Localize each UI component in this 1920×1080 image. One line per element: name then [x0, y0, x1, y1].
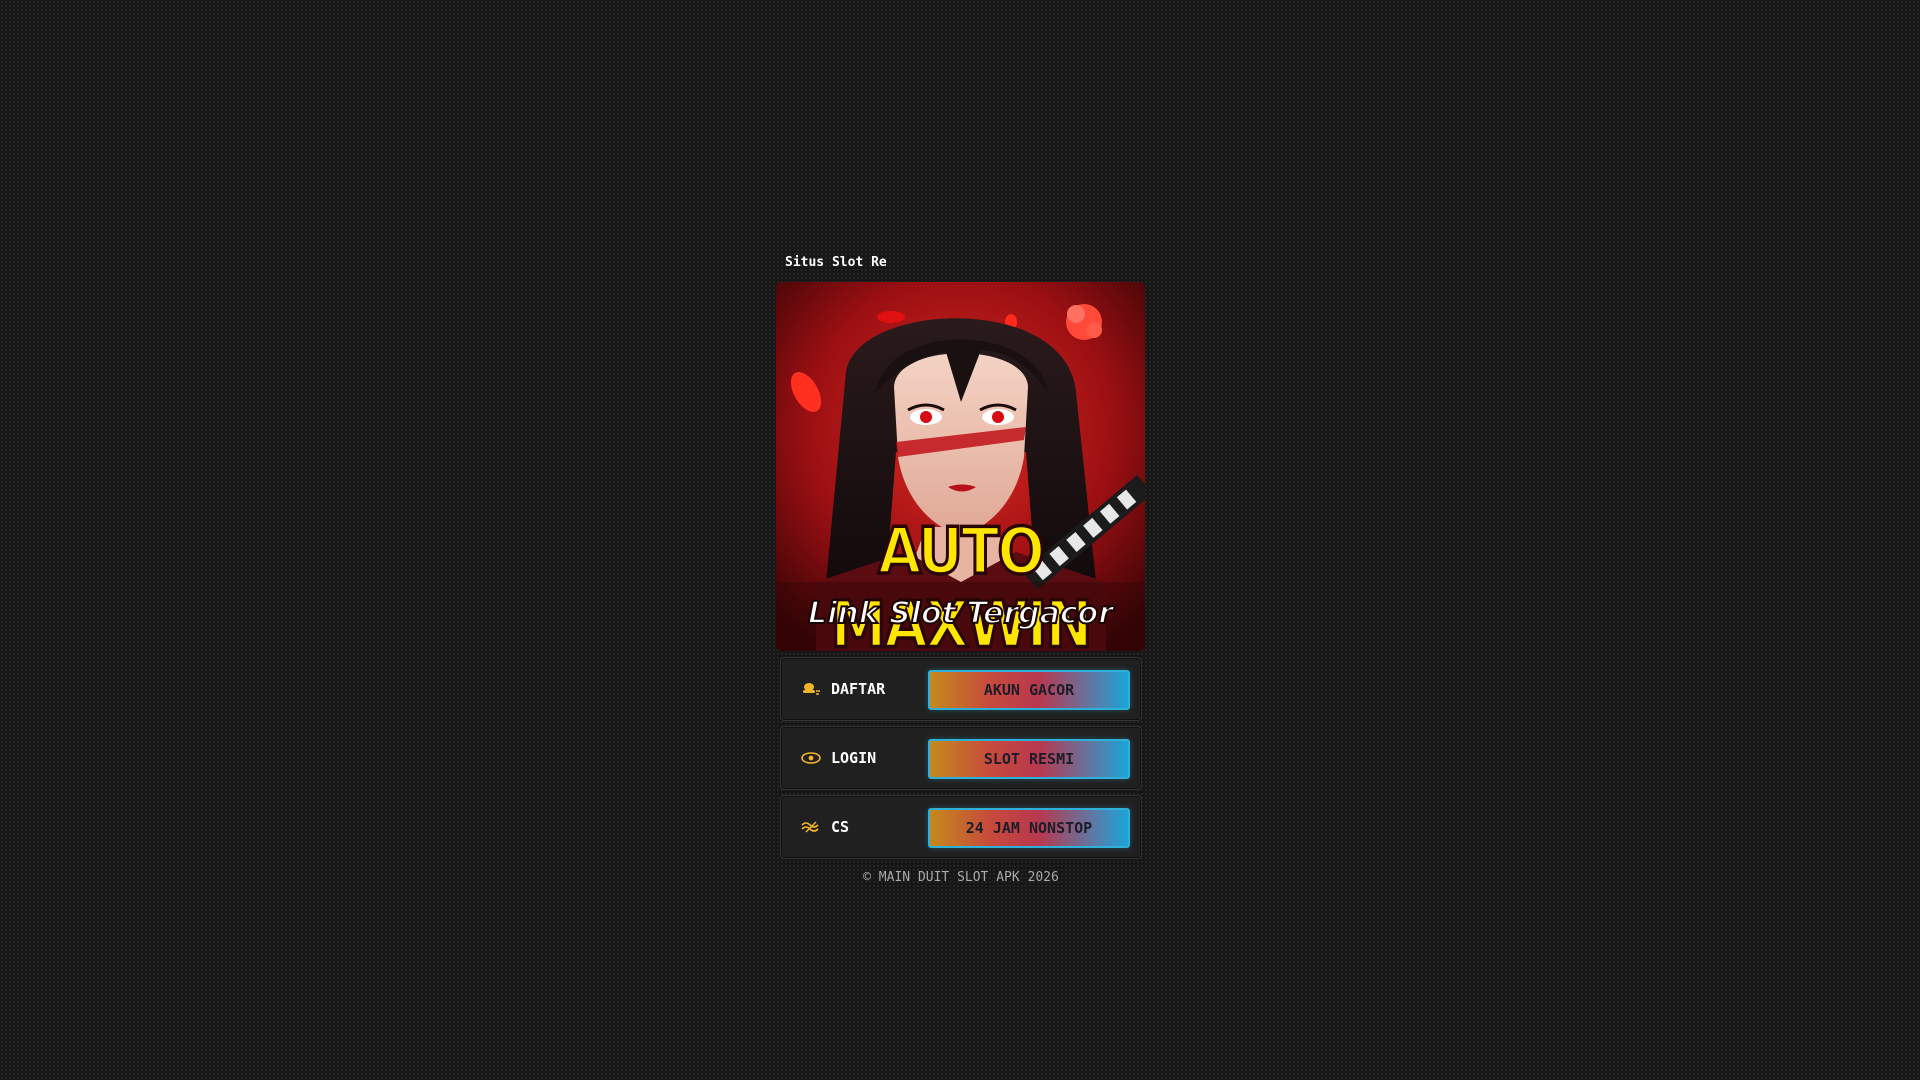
chat-wave-icon — [801, 817, 821, 837]
user-hat-icon — [801, 679, 821, 699]
eye-icon — [801, 748, 821, 768]
slot-resmi-button[interactable]: SLOT RESMI — [928, 739, 1130, 779]
daftar-row: DAFTAR AKUN GACOR — [780, 657, 1142, 721]
login-row: LOGIN SLOT RESMI — [780, 726, 1142, 790]
cs-row: CS 24 JAM NONSTOP — [780, 795, 1142, 859]
banner-subline: Link Slot Tergacor — [807, 596, 1114, 632]
footer-copyright: © MAIN DUIT SLOT APK 2026 — [863, 870, 1059, 885]
daftar-label: DAFTAR — [831, 680, 886, 698]
marquee-text: Situs Slot Re — [785, 255, 887, 270]
login-label: LOGIN — [831, 749, 877, 767]
akun-gacor-button[interactable]: AKUN GACOR — [928, 670, 1130, 710]
hero-banner: AUTO MAXWIN Link Slot Tergacor — [776, 282, 1145, 651]
24-jam-nonstop-button[interactable]: 24 JAM NONSTOP — [928, 808, 1130, 848]
cs-label: CS — [831, 818, 850, 836]
